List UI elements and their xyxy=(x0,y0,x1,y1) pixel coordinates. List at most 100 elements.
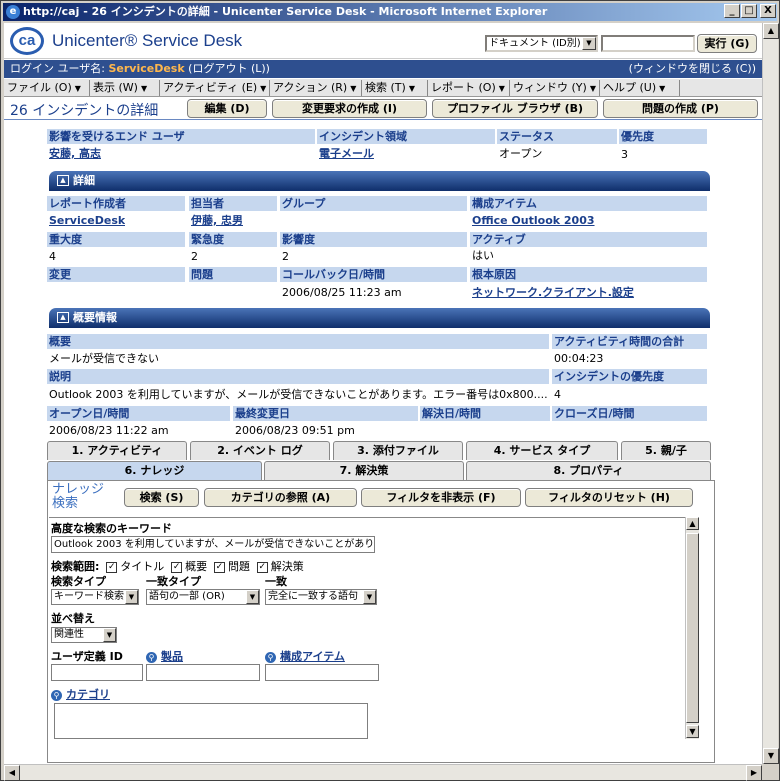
urgency-value: 2 xyxy=(191,250,198,263)
description-label: 説明 xyxy=(47,369,549,384)
scroll-up-icon[interactable]: ▲ xyxy=(686,517,699,530)
menu-action[interactable]: アクション (R) ▼ xyxy=(270,80,362,96)
chevron-down-icon: ▼ xyxy=(582,37,596,50)
chevron-down-icon: ▼ xyxy=(498,84,505,93)
menu-window[interactable]: ウィンドウ (Y) ▼ xyxy=(510,80,600,96)
details-section-header[interactable]: ▲ 詳細 xyxy=(49,171,710,191)
tab-attachments[interactable]: 3. 添付ファイル xyxy=(333,441,463,460)
last-modified-label: 最終変更日 xyxy=(233,406,418,421)
window-titlebar[interactable]: e http://caj - 26 インシデントの詳細 - Unicenter … xyxy=(3,3,777,21)
knowledge-search-title: ナレッジ検索 xyxy=(52,482,105,511)
root-cause-link[interactable]: ネットワーク.クライアント.設定 xyxy=(472,286,634,300)
scope-problem-checkbox[interactable]: ✓ xyxy=(213,561,225,573)
scroll-up-icon[interactable]: ▲ xyxy=(763,23,779,39)
product-link[interactable]: ⚲ 製品 xyxy=(146,648,183,664)
chevron-down-icon: ▼ xyxy=(659,84,666,93)
edit-button[interactable]: 編集 (D) xyxy=(187,99,267,118)
create-problem-button[interactable]: 問題の作成 (P) xyxy=(603,99,758,118)
area-link[interactable]: 電子メール xyxy=(319,147,374,161)
search-type-select[interactable]: キーワード検索 ▼ xyxy=(51,589,139,605)
ci-input[interactable] xyxy=(265,664,379,681)
tab-activity[interactable]: 1. アクティビティ xyxy=(47,441,187,460)
document-type-select[interactable]: ドキュメント (ID別) ▼ xyxy=(485,35,598,52)
profile-browser-button[interactable]: プロファイル ブラウザ (B) xyxy=(432,99,598,118)
scope-summary-label: 概要 xyxy=(185,560,208,573)
user-id-input[interactable] xyxy=(51,664,143,681)
open-date-label: オープン日/時間 xyxy=(47,406,230,421)
ci-search-link[interactable]: ⚲ 構成アイテム xyxy=(265,648,345,664)
reporter-link[interactable]: ServiceDesk xyxy=(49,214,125,228)
scope-problem-label: 問題 xyxy=(227,560,250,573)
tab-event-log[interactable]: 2. イベント ログ xyxy=(190,441,330,460)
minimize-button[interactable]: _ xyxy=(724,4,740,18)
user-id-label: ユーザ定義 ID xyxy=(51,650,123,663)
app-name: Unicenter® Service Desk xyxy=(52,31,243,50)
ci-label: 構成アイテム xyxy=(470,196,707,211)
search-icon: ⚲ xyxy=(146,651,157,663)
scope-summary-checkbox[interactable]: ✓ xyxy=(171,561,183,573)
close-button[interactable]: X xyxy=(760,4,776,18)
scope-solution-checkbox[interactable]: ✓ xyxy=(256,561,268,573)
match-type-label: 一致タイプ xyxy=(146,575,201,588)
match-type-select[interactable]: 語句の一部 (OR) ▼ xyxy=(146,589,260,605)
menu-activity[interactable]: アクティビティ (E) ▼ xyxy=(160,80,270,96)
menu-search[interactable]: 検索 (T) ▼ xyxy=(362,80,428,96)
keywords-input[interactable]: Outlook 2003 を利用していますが、メールが受信できないことがあります xyxy=(51,536,375,553)
tab-properties[interactable]: 8. プロパティ xyxy=(466,461,711,480)
overview-section-header[interactable]: ▲ 概要情報 xyxy=(49,308,710,328)
priority-value: 3 xyxy=(621,148,628,161)
login-user: ServiceDesk xyxy=(108,62,185,75)
severity-label: 重大度 xyxy=(47,232,185,247)
open-date-value: 2006/08/23 11:22 am xyxy=(49,424,169,437)
menu-file[interactable]: ファイル (O) ▼ xyxy=(4,80,90,96)
tab-service-type[interactable]: 4. サービス タイプ xyxy=(466,441,618,460)
category-browse-button[interactable]: カテゴリの参照 (A) xyxy=(204,488,357,507)
browser-horizontal-scrollbar[interactable]: ◀ ▶ xyxy=(4,764,762,781)
scroll-thumb[interactable] xyxy=(686,533,699,723)
tab-knowledge[interactable]: 6. ナレッジ xyxy=(47,461,262,480)
hide-filter-button[interactable]: フィルタを非表示 (F) xyxy=(361,488,521,507)
close-window-link[interactable]: (ウィンドウを閉じる (C)) xyxy=(629,60,756,78)
reset-filter-button[interactable]: フィルタのリセット (H) xyxy=(525,488,693,507)
collapse-icon[interactable]: ▲ xyxy=(57,175,69,186)
scroll-left-icon[interactable]: ◀ xyxy=(4,765,20,781)
menu-report[interactable]: レポート (O) ▼ xyxy=(428,80,510,96)
execute-button[interactable]: 実行 (G) xyxy=(697,34,757,53)
scroll-down-icon[interactable]: ▼ xyxy=(763,748,779,764)
scope-label: 検索範囲: xyxy=(51,560,100,573)
document-id-input[interactable] xyxy=(601,35,695,52)
login-bar: ログイン ユーザ名: ServiceDesk (ログアウト (L)) (ウィンド… xyxy=(4,60,762,78)
search-button[interactable]: 検索 (S) xyxy=(124,488,199,507)
status-value: オープン xyxy=(499,147,543,160)
scope-title-label: タイトル xyxy=(120,560,165,573)
assignee-link[interactable]: 伊藤, 忠男 xyxy=(191,214,243,228)
menu-bar: ファイル (O) ▼ 表示 (W) ▼ アクティビティ (E) ▼ アクション (R)… xyxy=(4,79,762,97)
create-change-button[interactable]: 変更要求の作成 (I) xyxy=(272,99,427,118)
tab-solutions[interactable]: 7. 解決策 xyxy=(264,461,464,480)
scroll-right-icon[interactable]: ▶ xyxy=(746,765,762,781)
logout-link[interactable]: (ログアウト (L)) xyxy=(188,62,270,75)
scope-row: 検索範囲: ✓ タイトル ✓ 概要 ✓ 問題 ✓ 解決策 xyxy=(51,558,304,574)
product-input[interactable] xyxy=(146,664,260,681)
collapse-icon[interactable]: ▲ xyxy=(57,312,69,323)
sort-select[interactable]: 関連性 ▼ xyxy=(51,627,117,643)
chevron-down-icon: ▼ xyxy=(350,84,357,93)
category-link[interactable]: ⚲ カテゴリ xyxy=(51,686,110,702)
menu-view[interactable]: 表示 (W) ▼ xyxy=(90,80,160,96)
match-select[interactable]: 完全に一致する語句 ▼ xyxy=(265,589,377,605)
ci-link[interactable]: Office Outlook 2003 xyxy=(472,214,595,228)
scroll-corner xyxy=(762,764,778,780)
category-box[interactable] xyxy=(54,703,368,739)
maximize-button[interactable]: □ xyxy=(741,4,757,18)
chevron-down-icon: ▼ xyxy=(260,84,267,93)
tab-parent-child[interactable]: 5. 親/子 xyxy=(621,441,711,460)
inner-scrollbar[interactable]: ▲ ▼ xyxy=(685,517,699,739)
impact-label: 影響度 xyxy=(280,232,467,247)
browser-vertical-scrollbar[interactable]: ▲ ▼ xyxy=(762,23,779,764)
scroll-down-icon[interactable]: ▼ xyxy=(686,725,699,738)
chevron-down-icon: ▼ xyxy=(125,590,138,604)
ca-logo: ca xyxy=(10,27,44,55)
menu-help[interactable]: ヘルプ (U) ▼ xyxy=(600,80,680,96)
scope-title-checkbox[interactable]: ✓ xyxy=(106,561,118,573)
end-user-link[interactable]: 安藤, 高志 xyxy=(49,147,101,161)
